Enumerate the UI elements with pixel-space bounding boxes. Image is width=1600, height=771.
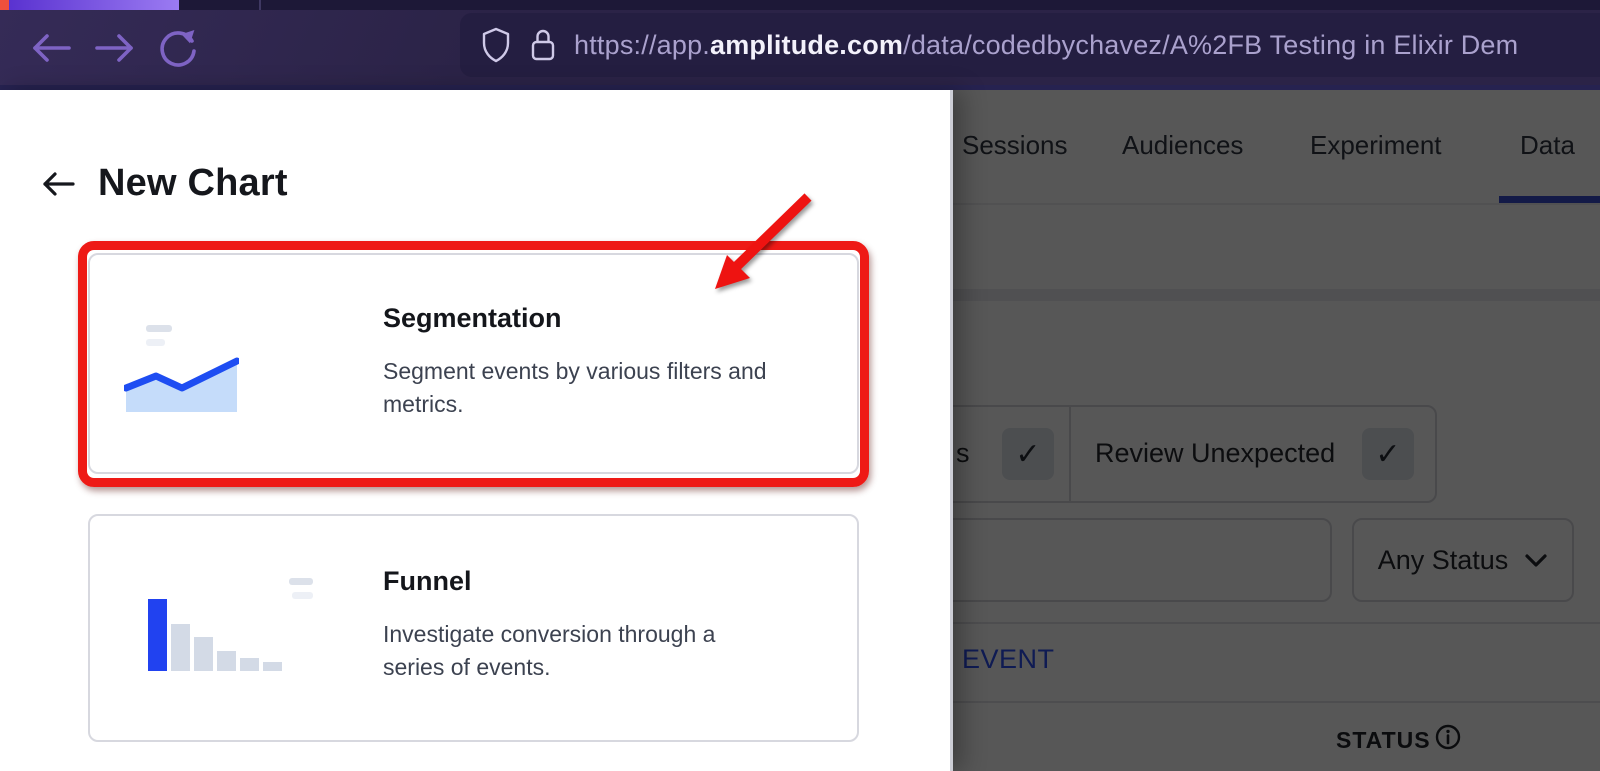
card-title: Funnel [383,566,472,597]
url-path: /data/codedbychavez/A%2FB Testing in Eli… [903,30,1518,60]
funnel-bar [263,662,282,671]
funnel-bar [217,651,236,671]
browser-forward-button[interactable] [92,30,140,66]
segmentation-line-chart-icon [124,354,239,416]
chart-type-card-segmentation[interactable]: Segmentation Segment events by various f… [88,253,859,474]
funnel-bar [194,637,213,671]
panel-header: New Chart [40,162,288,205]
card-description: Investigate conversion through a series … [383,618,783,684]
browser-toolbar: https://app.amplitude.com/data/codedbych… [0,10,1600,85]
icon-dash [289,578,313,585]
forward-arrow-icon [93,32,139,64]
reload-icon [156,26,200,70]
icon-dash [292,592,313,599]
url-text[interactable]: https://app.amplitude.com/data/codedbych… [574,30,1518,61]
back-button[interactable] [40,170,76,198]
tab-separator [259,0,261,10]
url-bar[interactable]: https://app.amplitude.com/data/codedbych… [460,13,1600,77]
url-prefix: https://app. [574,30,710,60]
shield-icon[interactable] [480,26,512,64]
funnel-bar [240,658,259,671]
icon-dash [146,325,172,332]
active-tab-accent [9,0,179,10]
lock-icon[interactable] [528,26,558,64]
tab-strip-red-segment [0,0,9,10]
browser-tab-strip [0,0,1600,10]
screen: https://app.amplitude.com/data/codedbych… [0,0,1600,771]
back-arrow-icon [27,32,73,64]
url-domain: amplitude.com [710,30,903,60]
browser-back-button[interactable] [26,30,74,66]
card-title: Segmentation [383,303,562,334]
browser-reload-button[interactable] [154,30,202,66]
funnel-bars-icon [148,599,282,671]
icon-dash [146,339,165,346]
chart-type-card-funnel[interactable]: Funnel Investigate conversion through a … [88,514,859,742]
funnel-bar [171,624,190,671]
page-title: New Chart [98,162,288,205]
modal-backdrop[interactable] [950,90,1600,771]
card-description: Segment events by various filters and me… [383,355,828,421]
new-chart-panel: New Chart Segmentation Segment events by… [0,90,953,771]
funnel-bar [148,599,167,671]
back-arrow-icon [40,170,76,198]
